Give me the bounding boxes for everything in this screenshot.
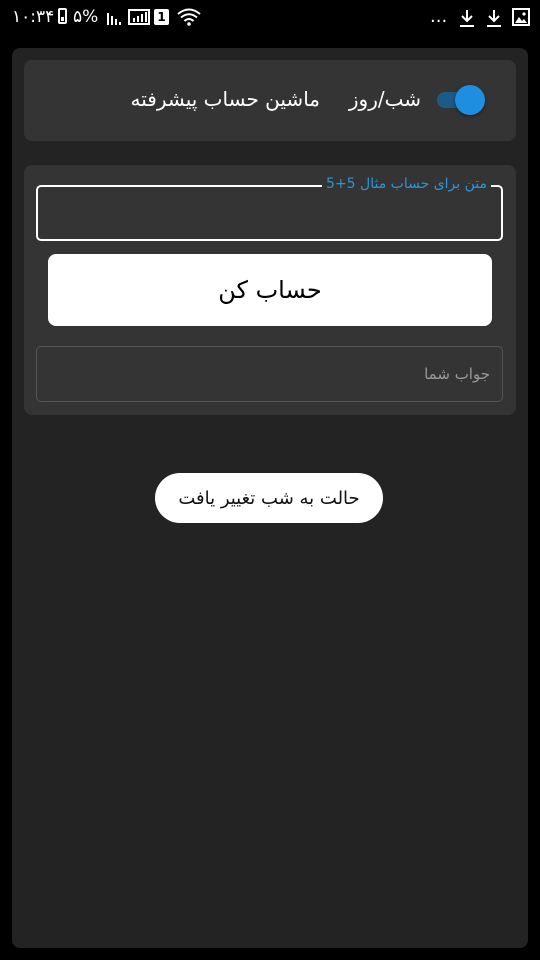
app-title: ماشین حساب پیشرفته bbox=[130, 87, 320, 111]
expression-label: متن برای حساب مثال 5+5 bbox=[322, 176, 491, 192]
expression-field[interactable]: متن برای حساب مثال 5+5 bbox=[36, 176, 503, 241]
answer-field[interactable] bbox=[36, 346, 503, 402]
download-icon bbox=[487, 10, 501, 27]
cellular-signal-icon bbox=[128, 9, 150, 25]
gallery-icon bbox=[512, 8, 530, 26]
mode-changed-toast: حالت به شب تغییر یافت bbox=[155, 473, 383, 523]
signal-strength-icon bbox=[107, 13, 121, 25]
dark-mode-label: شب/روز bbox=[348, 87, 421, 111]
battery-percent: ۵% bbox=[73, 7, 99, 27]
calculator-card: متن برای حساب مثال 5+5 حساب کن bbox=[24, 165, 516, 415]
status-bar: ۱۰:۳۴ ۵% 1 ... bbox=[0, 0, 540, 36]
status-time: ۱۰:۳۴ bbox=[12, 7, 55, 27]
answer-input[interactable] bbox=[37, 347, 502, 401]
header-card: ماشین حساب پیشرفته شب/روز bbox=[24, 60, 516, 141]
expression-input[interactable] bbox=[38, 187, 501, 239]
calculate-button[interactable]: حساب کن bbox=[48, 254, 492, 326]
sim-slot-badge: 1 bbox=[154, 9, 169, 25]
dark-mode-toggle[interactable] bbox=[437, 85, 487, 115]
toggle-thumb bbox=[455, 85, 485, 115]
battery-icon bbox=[58, 8, 67, 24]
notification-overflow-icon: ... bbox=[430, 6, 448, 27]
download-icon bbox=[460, 10, 474, 27]
wifi-icon bbox=[177, 8, 201, 26]
